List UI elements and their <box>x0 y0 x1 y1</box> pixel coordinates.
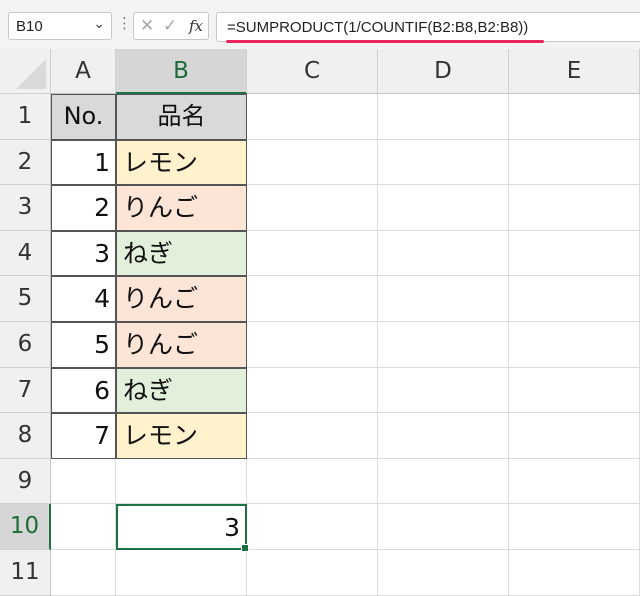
table-cell-no[interactable]: 3 <box>51 230 116 277</box>
cell-c2[interactable] <box>247 139 378 186</box>
row-header-9[interactable]: 9 <box>0 458 51 505</box>
header-cell-item-name[interactable]: 品名 <box>116 94 247 140</box>
cell-e6[interactable] <box>509 322 640 368</box>
formula-bar-area: B10 ⌄ ⋮ ✕ ✓ fx =SUMPRODUCT(1/COUNTIF(B2:… <box>0 0 640 49</box>
table-cell-item-name[interactable]: ねぎ <box>116 367 247 414</box>
cell-c3[interactable] <box>247 185 378 231</box>
table-cell-item-name[interactable]: ねぎ <box>116 230 247 277</box>
table-cell-no[interactable]: 1 <box>51 139 116 186</box>
name-box-value: B10 <box>16 18 43 35</box>
row-header-7[interactable]: 7 <box>0 367 51 414</box>
cell-d6[interactable] <box>378 322 509 368</box>
cell-d11[interactable] <box>378 550 509 596</box>
column-header-a[interactable]: A <box>51 49 116 94</box>
column-header-c[interactable]: C <box>247 49 378 94</box>
enter-icon[interactable]: ✓ <box>163 16 177 36</box>
row-header-5[interactable]: 5 <box>0 276 51 322</box>
table-cell-item-name[interactable]: レモン <box>116 139 247 186</box>
row-header-10[interactable]: 10 <box>0 504 51 550</box>
fill-handle[interactable] <box>241 543 249 552</box>
formula-buttons: ✕ ✓ fx <box>133 12 209 40</box>
cell-e1[interactable] <box>509 94 640 140</box>
insert-function-icon[interactable]: fx <box>189 17 203 35</box>
row-header-6[interactable]: 6 <box>0 322 51 368</box>
cell-d10[interactable] <box>378 504 509 550</box>
name-box[interactable]: B10 ⌄ <box>8 12 112 40</box>
cell-c6[interactable] <box>247 322 378 368</box>
cell-c8[interactable] <box>247 413 378 459</box>
cell-e4[interactable] <box>509 230 640 277</box>
cell-e8[interactable] <box>509 413 640 459</box>
cell-a9[interactable] <box>51 458 116 505</box>
more-options-icon[interactable]: ⋮ <box>117 14 132 32</box>
table-cell-no[interactable]: 7 <box>51 413 116 459</box>
cell-e10[interactable] <box>509 504 640 550</box>
row-header-11[interactable]: 11 <box>0 550 51 596</box>
cell-c4[interactable] <box>247 230 378 277</box>
select-all-corner[interactable] <box>0 49 51 94</box>
cell-c10[interactable] <box>247 504 378 550</box>
cell-d1[interactable] <box>378 94 509 140</box>
cell-d4[interactable] <box>378 230 509 277</box>
cell-c11[interactable] <box>247 550 378 596</box>
cell-e3[interactable] <box>509 185 640 231</box>
row-header-8[interactable]: 8 <box>0 413 51 459</box>
column-header-e[interactable]: E <box>509 49 640 94</box>
cell-c1[interactable] <box>247 94 378 140</box>
column-header-b[interactable]: B <box>116 49 247 94</box>
table-cell-no[interactable]: 2 <box>51 185 116 231</box>
formula-input[interactable]: =SUMPRODUCT(1/COUNTIF(B2:B8,B2:B8)) <box>216 12 640 42</box>
chevron-down-icon[interactable]: ⌄ <box>93 16 105 32</box>
cell-b9[interactable] <box>116 458 247 505</box>
table-cell-item-name[interactable]: りんご <box>116 185 247 231</box>
table-cell-no[interactable]: 4 <box>51 276 116 322</box>
column-header-d[interactable]: D <box>378 49 509 94</box>
cell-e7[interactable] <box>509 367 640 414</box>
row-header-1[interactable]: 1 <box>0 94 51 140</box>
cell-c9[interactable] <box>247 458 378 505</box>
table-cell-no[interactable]: 6 <box>51 367 116 414</box>
formula-text: =SUMPRODUCT(1/COUNTIF(B2:B8,B2:B8)) <box>227 19 529 36</box>
table-cell-item-name[interactable]: レモン <box>116 413 247 459</box>
row-header-3[interactable]: 3 <box>0 185 51 231</box>
cell-e5[interactable] <box>509 276 640 322</box>
cell-d3[interactable] <box>378 185 509 231</box>
cell-d7[interactable] <box>378 367 509 414</box>
cancel-icon[interactable]: ✕ <box>140 16 154 36</box>
cell-d2[interactable] <box>378 139 509 186</box>
cell-a11[interactable] <box>51 550 116 596</box>
table-cell-item-name[interactable]: りんご <box>116 322 247 368</box>
cell-e11[interactable] <box>509 550 640 596</box>
cell-e2[interactable] <box>509 139 640 186</box>
result-cell-b10[interactable]: 3 <box>116 504 249 552</box>
row-header-4[interactable]: 4 <box>0 230 51 277</box>
table-cell-no[interactable]: 5 <box>51 322 116 368</box>
cell-c5[interactable] <box>247 276 378 322</box>
row-header-2[interactable]: 2 <box>0 139 51 186</box>
cell-c7[interactable] <box>247 367 378 414</box>
cell-b11[interactable] <box>116 550 247 596</box>
formula-highlight-underline <box>226 40 544 43</box>
cell-d9[interactable] <box>378 458 509 505</box>
cell-d5[interactable] <box>378 276 509 322</box>
cell-e9[interactable] <box>509 458 640 505</box>
cell-d8[interactable] <box>378 413 509 459</box>
cell-a10[interactable] <box>51 504 116 550</box>
header-cell-no[interactable]: No. <box>51 94 116 140</box>
spreadsheet-grid: ABCDE 1 2 3 4 5 6 7 8 9 10 11 No. 品名 1 レモン 2 りんご 3 ねぎ 4 りんご… <box>0 49 640 596</box>
table-cell-item-name[interactable]: りんご <box>116 276 247 322</box>
